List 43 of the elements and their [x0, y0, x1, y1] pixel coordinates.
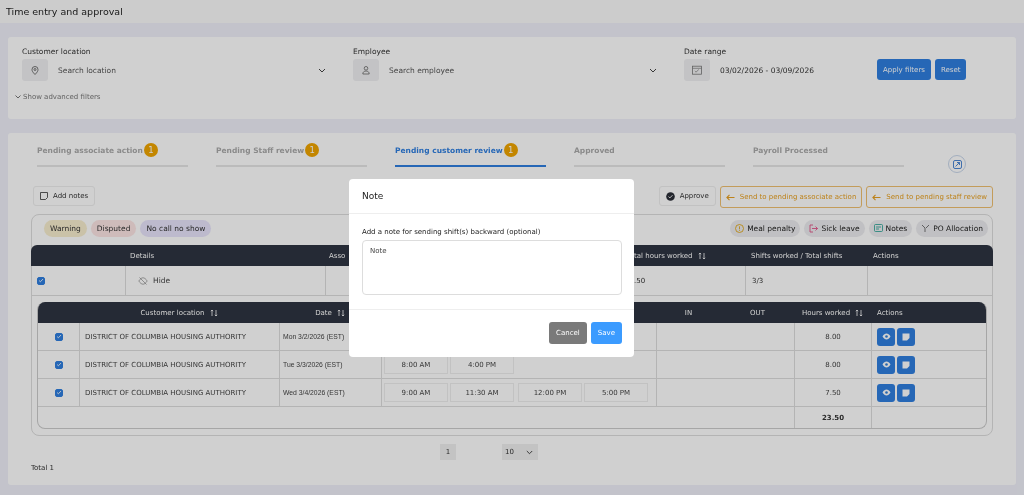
exit-icon	[809, 224, 819, 233]
view-button[interactable]	[877, 327, 895, 346]
location-pin-icon	[22, 59, 48, 81]
checkbox[interactable]	[54, 332, 63, 341]
arrow-left-icon	[725, 193, 735, 201]
chevron-down-icon[interactable]	[649, 67, 657, 73]
expand-icon	[952, 159, 962, 169]
view-button[interactable]	[877, 383, 895, 402]
eye-icon	[881, 361, 891, 368]
eye-icon	[881, 333, 891, 340]
note-icon	[40, 192, 48, 200]
checkbox[interactable]	[54, 388, 63, 397]
split-icon	[921, 224, 931, 233]
note-button[interactable]	[897, 355, 915, 374]
expand-button[interactable]	[948, 155, 966, 173]
note-icon	[873, 224, 883, 233]
checkbox[interactable]	[37, 276, 45, 285]
sort-icon[interactable]	[697, 251, 706, 260]
sort-icon[interactable]	[855, 308, 864, 317]
chevron-down-icon[interactable]	[15, 95, 21, 99]
note-button[interactable]	[897, 383, 915, 402]
eye-icon	[881, 389, 891, 396]
person-icon	[353, 59, 379, 81]
eye-slash-icon	[138, 276, 148, 285]
view-button[interactable]	[877, 355, 895, 374]
chevron-down-icon	[526, 449, 533, 455]
sort-icon[interactable]	[209, 308, 218, 317]
chevron-down-icon[interactable]	[318, 67, 326, 73]
sort-icon[interactable]	[336, 308, 345, 317]
note-button[interactable]	[897, 327, 915, 346]
count-badge: 1	[143, 143, 158, 157]
calendar-icon	[684, 59, 710, 81]
note-icon	[902, 360, 910, 369]
count-badge: 1	[503, 143, 518, 157]
check-circle-icon	[665, 191, 675, 201]
info-icon	[735, 224, 745, 233]
checkbox[interactable]	[54, 360, 63, 369]
dialog-title: Note	[362, 191, 384, 201]
page-title: Time entry and approval	[6, 6, 123, 17]
arrow-left-icon	[872, 193, 882, 201]
note-icon	[902, 332, 910, 341]
count-badge: 1	[305, 143, 320, 157]
note-icon	[902, 388, 910, 397]
